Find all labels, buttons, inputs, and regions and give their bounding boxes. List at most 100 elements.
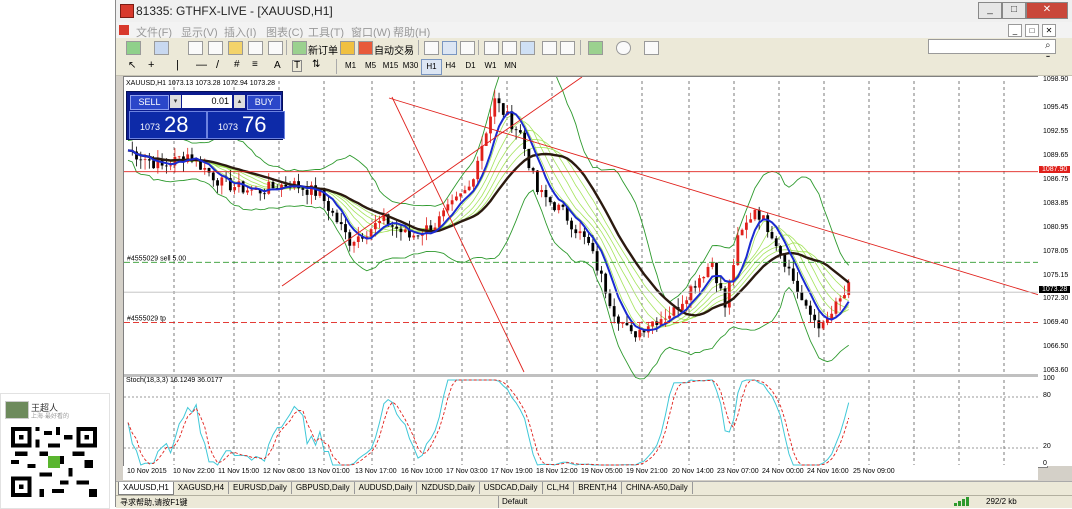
timeframe-d1[interactable]: D1 bbox=[461, 59, 480, 73]
candle-body bbox=[753, 209, 757, 220]
candle-body bbox=[391, 225, 394, 227]
periods-clock-icon[interactable] bbox=[616, 41, 631, 55]
chart-tab-eurusd-daily[interactable]: EURUSD,Daily bbox=[229, 482, 292, 494]
timeframe-m15[interactable]: M15 bbox=[381, 59, 400, 73]
bar-chart-icon[interactable] bbox=[424, 41, 439, 55]
candle-body bbox=[757, 209, 761, 220]
date-tick-label: 17 Nov 03:00 bbox=[446, 468, 488, 475]
search-input[interactable] bbox=[928, 39, 1056, 54]
line-chart-icon[interactable] bbox=[460, 41, 475, 55]
new-chart-icon[interactable] bbox=[126, 41, 141, 55]
candle-body bbox=[540, 189, 544, 193]
sell-button[interactable]: SELL bbox=[130, 95, 169, 110]
toolbar-separator bbox=[336, 59, 337, 74]
candlestick-icon[interactable] bbox=[442, 41, 457, 55]
minimize-button[interactable]: _ bbox=[978, 2, 1002, 19]
bid-quote[interactable]: 1073 28 bbox=[129, 111, 207, 139]
fibonacci-icon[interactable]: ≡ bbox=[252, 59, 258, 70]
timeframe-m30[interactable]: M30 bbox=[401, 59, 420, 73]
zoom-out-icon[interactable] bbox=[502, 41, 517, 55]
lot-decrease-chevron-down-icon[interactable]: ▾ bbox=[170, 95, 181, 108]
tile-windows-icon[interactable] bbox=[520, 41, 535, 55]
date-tick-label: 18 Nov 12:00 bbox=[536, 468, 578, 475]
terminal-icon[interactable] bbox=[248, 41, 263, 55]
timeframe-m5[interactable]: M5 bbox=[361, 59, 380, 73]
timeframe-m1[interactable]: M1 bbox=[341, 59, 360, 73]
metaeditor-icon[interactable] bbox=[340, 41, 355, 55]
timeframe-h1[interactable]: H1 bbox=[421, 59, 442, 75]
ask-quote[interactable]: 1073 76 bbox=[207, 111, 285, 139]
inner-close-button[interactable]: ✕ bbox=[1042, 24, 1056, 37]
candle-body bbox=[629, 325, 633, 332]
candle-body bbox=[412, 235, 416, 238]
candle-body bbox=[706, 266, 710, 277]
candle-body bbox=[497, 98, 501, 104]
auto-scroll-icon[interactable] bbox=[560, 41, 575, 55]
chart-shift-icon[interactable] bbox=[542, 41, 557, 55]
candle-body bbox=[604, 273, 608, 294]
templates-icon[interactable] bbox=[644, 41, 659, 55]
candle-body bbox=[335, 212, 339, 223]
candle-body bbox=[518, 130, 522, 133]
strategy-tester-icon[interactable] bbox=[268, 41, 283, 55]
timeframe-mn[interactable]: MN bbox=[501, 59, 520, 73]
chart-tab-nzdusd-daily[interactable]: NZDUSD,Daily bbox=[417, 482, 480, 494]
cursor-icon[interactable]: ↖ bbox=[128, 60, 136, 71]
maximize-button[interactable]: □ bbox=[1002, 2, 1026, 19]
inner-restore-button[interactable]: □ bbox=[1025, 24, 1039, 37]
indicators-icon[interactable] bbox=[588, 41, 603, 55]
auto-trading-button[interactable]: 自动交易 bbox=[374, 42, 414, 57]
price-tick-label: 1083.85 bbox=[1043, 200, 1069, 208]
text-tool[interactable]: A bbox=[274, 60, 281, 71]
candle-body bbox=[472, 179, 475, 187]
candle-body bbox=[813, 314, 817, 321]
date-tick-label: 16 Nov 10:00 bbox=[401, 468, 443, 475]
search-icon[interactable]: ⌕ bbox=[1045, 41, 1054, 51]
navigator-icon[interactable] bbox=[228, 41, 243, 55]
candle-body bbox=[574, 229, 578, 234]
ribbon-line bbox=[127, 138, 849, 324]
date-axis: 10 Nov 2015 10 Nov 22:00 11 Nov 15:00 12 No… bbox=[123, 466, 1038, 480]
zoom-in-icon[interactable] bbox=[484, 41, 499, 55]
price-tick-label: 1066.50 bbox=[1043, 343, 1069, 351]
timeframe-h4[interactable]: H4 bbox=[441, 59, 460, 73]
connection-status-icon bbox=[954, 497, 978, 506]
chart-tab-cl-h4[interactable]: CL,H4 bbox=[543, 482, 575, 494]
candle-body bbox=[263, 193, 266, 195]
candle-body bbox=[489, 116, 492, 134]
lot-size-input[interactable]: 0.01 bbox=[182, 95, 232, 108]
arrows-tool-icon[interactable]: ⇅ bbox=[312, 59, 320, 70]
candle-body bbox=[327, 201, 330, 211]
candle-body bbox=[561, 204, 565, 207]
auto-trading-icon[interactable] bbox=[358, 41, 373, 55]
candle-body bbox=[838, 298, 842, 302]
buy-button[interactable]: BUY bbox=[247, 95, 281, 110]
inner-minimize-button[interactable]: _ bbox=[1008, 24, 1022, 37]
new-order-button[interactable]: 新订单 bbox=[308, 42, 338, 57]
timeframe-w1[interactable]: W1 bbox=[481, 59, 500, 73]
lot-increase-chevron-up-icon[interactable]: ▴ bbox=[234, 95, 245, 108]
chart-tab-audusd-daily[interactable]: AUDUSD,Daily bbox=[355, 482, 418, 494]
crosshair-icon[interactable]: + bbox=[148, 59, 154, 71]
new-order-icon[interactable] bbox=[292, 41, 307, 55]
market-watch-icon[interactable] bbox=[188, 41, 203, 55]
chart-tab-china-a50-daily[interactable]: CHINA-A50,Daily bbox=[622, 482, 693, 494]
trendline-icon[interactable]: / bbox=[216, 59, 219, 71]
chart-tab-gbpusd-daily[interactable]: GBPUSD,Daily bbox=[292, 482, 355, 494]
traffic-counter: 292/2 kb bbox=[986, 497, 1017, 506]
chart-tab-usdcad-daily[interactable]: USDCAD,Daily bbox=[480, 482, 543, 494]
vertical-line-icon[interactable]: | bbox=[176, 59, 179, 71]
data-window-icon[interactable] bbox=[208, 41, 223, 55]
chart-tab-xauusd-h1[interactable]: XAUUSD,H1 bbox=[118, 482, 174, 495]
current-price-tag: 1073.28 bbox=[1039, 286, 1071, 294]
chart-tab-xagusd-h4[interactable]: XAGUSD,H4 bbox=[174, 482, 230, 494]
chart-tab-brent-h4[interactable]: BRENT,H4 bbox=[574, 482, 622, 494]
candle-body bbox=[177, 156, 181, 158]
text-label-tool[interactable]: T bbox=[292, 60, 303, 72]
profiles-icon[interactable] bbox=[154, 41, 169, 55]
one-click-trading-panel: SELL ▾ 0.01 ▴ BUY 1073 28 1073 76 bbox=[126, 91, 285, 140]
channel-icon[interactable]: # bbox=[234, 59, 240, 70]
horizontal-line-icon[interactable]: — bbox=[196, 59, 207, 71]
candle-body bbox=[467, 186, 471, 191]
close-button[interactable]: ✕ bbox=[1026, 2, 1068, 19]
